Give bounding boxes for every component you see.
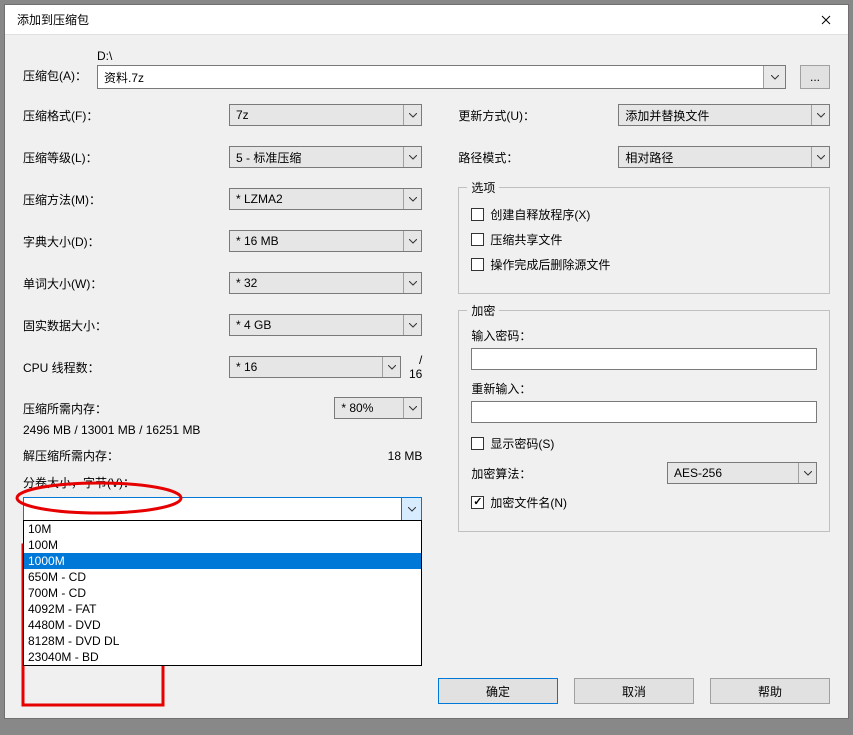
mem-decompress-label: 解压缩所需内存：	[23, 447, 388, 464]
close-button[interactable]	[804, 5, 848, 35]
method-dropdown[interactable]: * LZMA2	[229, 188, 422, 210]
show-password-label: 显示密码(S)	[490, 435, 554, 452]
format-label: 压缩格式(F)：	[23, 107, 229, 124]
update-label: 更新方式(U)：	[458, 107, 618, 124]
update-dropdown[interactable]: 添加并替换文件	[618, 104, 830, 126]
level-label: 压缩等级(L)：	[23, 149, 229, 166]
dict-dropdown[interactable]: * 16 MB	[229, 230, 422, 252]
encrypt-group: 加密 输入密码： 重新输入： 显示密码(S) 加密算法： AES-256	[458, 310, 830, 532]
password-label: 输入密码：	[471, 327, 817, 344]
algo-dropdown[interactable]: AES-256	[667, 462, 817, 484]
password-input[interactable]	[471, 348, 817, 370]
format-value: 7z	[230, 108, 403, 122]
shared-checkbox[interactable]	[471, 233, 484, 246]
archive-label: 压缩包(A)：	[23, 49, 97, 84]
algo-label: 加密算法：	[471, 465, 667, 482]
solid-label: 固实数据大小：	[23, 317, 229, 334]
split-option[interactable]: 8128M - DVD DL	[24, 633, 421, 649]
browse-button[interactable]: ...	[800, 65, 830, 89]
delete-after-checkbox[interactable]	[471, 258, 484, 271]
chevron-down-icon	[403, 273, 421, 293]
help-button[interactable]: 帮助	[710, 678, 830, 704]
split-option[interactable]: 4480M - DVD	[24, 617, 421, 633]
threads-label: CPU 线程数：	[23, 359, 229, 376]
chevron-down-icon	[811, 147, 829, 167]
mem-decompress-value: 18 MB	[388, 449, 423, 463]
split-option[interactable]: 650M - CD	[24, 569, 421, 585]
split-option[interactable]: 23040M - BD	[24, 649, 421, 665]
split-option[interactable]: 1000M	[24, 553, 421, 569]
delete-after-label: 操作完成后删除源文件	[490, 256, 610, 273]
chevron-down-icon	[403, 147, 421, 167]
chevron-down-icon[interactable]	[763, 66, 785, 88]
method-label: 压缩方法(M)：	[23, 191, 229, 208]
encrypt-names-checkbox[interactable]	[471, 496, 484, 509]
level-dropdown[interactable]: 5 - 标准压缩	[229, 146, 422, 168]
password2-label: 重新输入：	[471, 380, 817, 397]
ok-button[interactable]: 确定	[438, 678, 558, 704]
split-option[interactable]: 4092M - FAT	[24, 601, 421, 617]
chevron-down-icon	[811, 105, 829, 125]
dict-label: 字典大小(D)：	[23, 233, 229, 250]
split-size-label: 分卷大小，字节(V)：	[23, 474, 422, 491]
pathmode-dropdown[interactable]: 相对路径	[618, 146, 830, 168]
mem-compress-detail: 2496 MB / 13001 MB / 16251 MB	[23, 423, 422, 437]
chevron-down-icon	[403, 105, 421, 125]
sfx-label: 创建自释放程序(X)	[490, 206, 590, 223]
pathmode-label: 路径模式：	[458, 149, 618, 166]
split-size-options[interactable]: 10M100M1000M650M - CD700M - CD4092M - FA…	[23, 520, 422, 666]
mem-compress-label: 压缩所需内存：	[23, 400, 334, 417]
chevron-down-icon	[382, 357, 400, 377]
threads-dropdown[interactable]: * 16	[229, 356, 401, 378]
password2-input[interactable]	[471, 401, 817, 423]
title-bar: 添加到压缩包	[5, 5, 848, 35]
encrypt-names-label: 加密文件名(N)	[490, 494, 567, 511]
split-option[interactable]: 10M	[24, 521, 421, 537]
shared-label: 压缩共享文件	[490, 231, 562, 248]
split-option[interactable]: 100M	[24, 537, 421, 553]
split-size-input[interactable]	[24, 498, 401, 520]
options-legend: 选项	[467, 179, 499, 196]
chevron-down-icon[interactable]	[401, 498, 421, 520]
split-size-combo[interactable]	[23, 497, 422, 521]
archive-name-combo[interactable]	[97, 65, 786, 89]
chevron-down-icon	[403, 398, 421, 418]
archive-path-top: D:\	[97, 49, 786, 65]
show-password-checkbox[interactable]	[471, 437, 484, 450]
window-title: 添加到压缩包	[17, 11, 804, 28]
word-label: 单词大小(W)：	[23, 275, 229, 292]
format-dropdown[interactable]: 7z	[229, 104, 422, 126]
split-option[interactable]: 700M - CD	[24, 585, 421, 601]
chevron-down-icon	[798, 463, 816, 483]
cancel-button[interactable]: 取消	[574, 678, 694, 704]
threads-max: / 16	[409, 353, 422, 381]
archive-name-input[interactable]	[98, 66, 763, 88]
chevron-down-icon	[403, 189, 421, 209]
encrypt-legend: 加密	[467, 302, 499, 319]
chevron-down-icon	[403, 231, 421, 251]
mem-percent-dropdown[interactable]: * 80%	[334, 397, 422, 419]
chevron-down-icon	[403, 315, 421, 335]
options-group: 选项 创建自释放程序(X) 压缩共享文件 操作完成后删除源文件	[458, 187, 830, 294]
word-dropdown[interactable]: * 32	[229, 272, 422, 294]
sfx-checkbox[interactable]	[471, 208, 484, 221]
solid-dropdown[interactable]: * 4 GB	[229, 314, 422, 336]
